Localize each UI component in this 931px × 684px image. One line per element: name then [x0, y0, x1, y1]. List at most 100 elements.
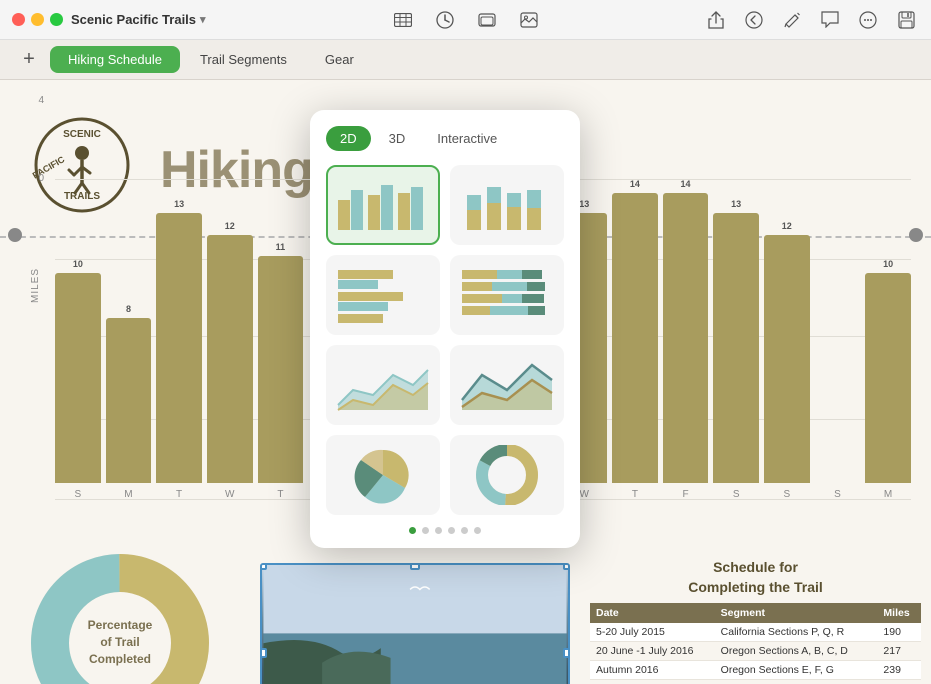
toolbar: [390, 7, 542, 33]
dot-1[interactable]: [409, 527, 416, 534]
cell-segment-0: California Sections P, Q, R: [715, 623, 878, 642]
bar-s4-rect[interactable]: [713, 213, 759, 483]
cell-miles-2: 239: [877, 661, 921, 680]
bar-t2: 11 T: [258, 242, 304, 500]
svg-text:SCENIC: SCENIC: [63, 129, 101, 140]
handle-tr[interactable]: [563, 563, 570, 570]
donut-chart-area: Percentageof TrailCompleted: [20, 565, 220, 684]
bar-t1: 13 T: [156, 199, 202, 500]
handle-mr[interactable]: [563, 648, 570, 658]
bar-t4-rect[interactable]: [612, 193, 658, 483]
dot-5[interactable]: [461, 527, 468, 534]
chart-option-horizontal-bar[interactable]: [326, 255, 440, 335]
bar-s5: 12 S: [764, 221, 810, 500]
handle-ml[interactable]: [260, 648, 267, 658]
layers-icon[interactable]: [474, 7, 500, 33]
bar-s5-rect[interactable]: [764, 235, 810, 483]
tab-hiking-schedule[interactable]: Hiking Schedule: [50, 46, 180, 73]
col-miles: Miles: [877, 603, 921, 623]
bar-f2-rect[interactable]: [663, 193, 709, 483]
dot-6[interactable]: [474, 527, 481, 534]
right-handle[interactable]: [909, 228, 923, 242]
cell-date-1: 20 June -1 July 2016: [590, 642, 715, 661]
tab-interactive[interactable]: Interactive: [423, 126, 511, 151]
chart-option-pie[interactable]: [326, 435, 440, 515]
bar-s4: 13 S: [713, 199, 759, 500]
more-icon[interactable]: [855, 7, 881, 33]
dot-4[interactable]: [448, 527, 455, 534]
title-bar-left: Scenic Pacific Trails ▾: [12, 12, 206, 27]
table-row-1: 20 June -1 July 2016Oregon Sections A, B…: [590, 642, 921, 661]
bar-f2: 14 F: [663, 179, 709, 500]
table-row-2: Autumn 2016Oregon Sections E, F, G239: [590, 661, 921, 680]
cell-segment-2: Oregon Sections E, F, G: [715, 661, 878, 680]
dot-2[interactable]: [422, 527, 429, 534]
y-label-4: 4: [38, 95, 44, 106]
document-title[interactable]: Scenic Pacific Trails ▾: [71, 12, 206, 27]
back-icon[interactable]: [741, 7, 767, 33]
pagination-dots: [326, 527, 564, 534]
picture-icon[interactable]: [516, 7, 542, 33]
comment-icon[interactable]: [817, 7, 843, 33]
bar-m1: 8 M: [106, 304, 152, 500]
chart-option-area[interactable]: [326, 345, 440, 425]
chart-option-horizontal-stacked[interactable]: [450, 255, 564, 335]
dot-3[interactable]: [435, 527, 442, 534]
picker-tab-bar: 2D 3D Interactive: [326, 126, 564, 151]
title-bar-right: [703, 7, 919, 33]
main-content: SCENIC TRAILS PACIFIC Hiking MILES: [0, 80, 931, 684]
add-tab-button[interactable]: +: [16, 47, 42, 73]
col-segment: Segment: [715, 603, 878, 623]
chart-picker-popup: 2D 3D Interactive: [310, 110, 580, 548]
bar-w1-rect[interactable]: [207, 235, 253, 483]
tab-2d[interactable]: 2D: [326, 126, 371, 151]
cell-date-0: 5-20 July 2015: [590, 623, 715, 642]
photo-image[interactable]: [260, 563, 570, 684]
tab-trail-segments[interactable]: Trail Segments: [182, 46, 305, 73]
bar-s1-rect[interactable]: [55, 273, 101, 483]
maximize-button[interactable]: [50, 13, 63, 26]
schedule-table: Date Segment Miles 5-20 July 2015Califor…: [590, 603, 921, 684]
tab-gear[interactable]: Gear: [307, 46, 372, 73]
bar-t4: 14 T: [612, 179, 658, 500]
close-button[interactable]: [12, 13, 25, 26]
table-row-3: Summer 2017Washington Sections H, I246: [590, 680, 921, 684]
cell-segment-1: Oregon Sections A, B, C, D: [715, 642, 878, 661]
schedule-table-area: Schedule forCompleting the Trail Date Se…: [590, 558, 921, 684]
cell-miles-3: 246: [877, 680, 921, 684]
table-row-0: 5-20 July 2015California Sections P, Q, …: [590, 623, 921, 642]
chart-option-donut[interactable]: [450, 435, 564, 515]
chart-options-grid: [326, 165, 564, 515]
chart-option-line[interactable]: [450, 345, 564, 425]
bar-s6: S: [815, 469, 861, 500]
cell-miles-1: 217: [877, 642, 921, 661]
bar-t2-rect[interactable]: [258, 256, 304, 483]
chart-option-stacked-bar[interactable]: [450, 165, 564, 245]
table-title: Schedule forCompleting the Trail: [590, 558, 921, 597]
donut-label: Percentageof TrailCompleted: [80, 617, 160, 667]
photo-svg: [262, 565, 568, 684]
cell-miles-0: 190: [877, 623, 921, 642]
bar-m3-rect[interactable]: [865, 273, 911, 483]
y-label-0: 0: [38, 173, 44, 184]
traffic-lights: [12, 13, 63, 26]
save-icon[interactable]: [893, 7, 919, 33]
tab-bar: + Hiking Schedule Trail Segments Gear: [0, 40, 931, 80]
minimize-button[interactable]: [31, 13, 44, 26]
share-icon[interactable]: [703, 7, 729, 33]
table-header-row: Date Segment Miles: [590, 603, 921, 623]
bar-m3: 10 M: [865, 259, 911, 500]
table-body: 5-20 July 2015California Sections P, Q, …: [590, 623, 921, 684]
chart-option-grouped-bar[interactable]: [326, 165, 440, 245]
handle-tl[interactable]: [260, 563, 267, 570]
tab-3d[interactable]: 3D: [375, 126, 420, 151]
cell-date-3: Summer 2017: [590, 680, 715, 684]
bar-s1: 10 S: [55, 259, 101, 500]
clock-icon[interactable]: [432, 7, 458, 33]
bar-m1-rect[interactable]: [106, 318, 152, 483]
table-tool-icon[interactable]: [390, 7, 416, 33]
handle-tc[interactable]: [410, 563, 420, 570]
cell-segment-3: Washington Sections H, I: [715, 680, 878, 684]
bar-t1-rect[interactable]: [156, 213, 202, 483]
pencil-icon[interactable]: [779, 7, 805, 33]
